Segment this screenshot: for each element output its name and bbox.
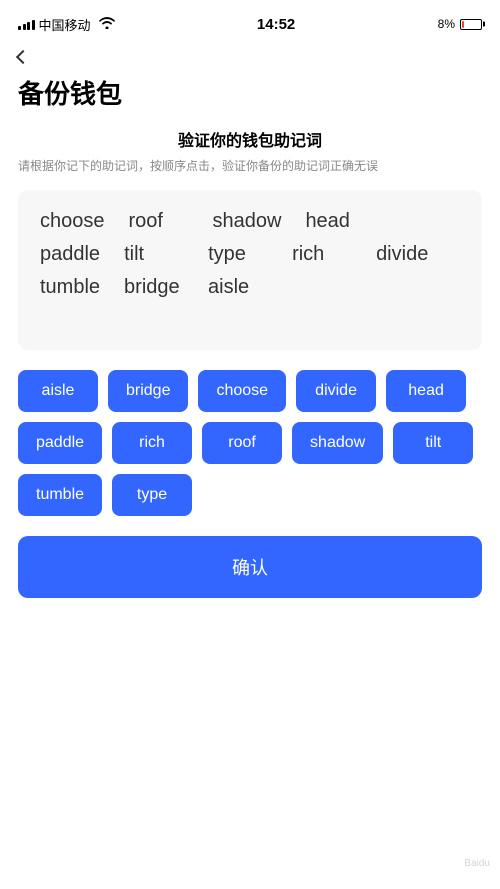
- status-carrier: 中国移动: [18, 15, 115, 34]
- keyword-btn-roof[interactable]: roof: [202, 422, 282, 464]
- keyword-btn-rich[interactable]: rich: [112, 422, 192, 464]
- watermark: Baidu: [464, 858, 490, 869]
- word-rich: rich: [292, 243, 352, 266]
- keyword-btn-aisle[interactable]: aisle: [18, 370, 98, 412]
- keyword-btn-tumble[interactable]: tumble: [18, 474, 102, 516]
- word-tumble: tumble: [40, 276, 100, 299]
- word-type: type: [208, 243, 268, 266]
- confirm-button[interactable]: 确认: [18, 536, 482, 598]
- word-choose: choose: [40, 210, 105, 233]
- word-roof: roof: [129, 210, 189, 233]
- word-tilt: tilt: [124, 243, 184, 266]
- wifi-icon: [99, 17, 115, 32]
- signal-icon: [18, 18, 35, 30]
- keyword-btn-bridge[interactable]: bridge: [108, 370, 188, 412]
- word-shadow: shadow: [213, 210, 282, 233]
- battery-icon: [460, 19, 482, 30]
- word-bridge: bridge: [124, 276, 184, 299]
- word-divide: divide: [376, 243, 436, 266]
- carrier-label: 中国移动: [39, 15, 91, 34]
- keyword-btn-tilt[interactable]: tilt: [393, 422, 473, 464]
- section-description: 请根据你记下的助记词，按顺序点击，验证你备份的助记词正确无误: [0, 157, 500, 176]
- status-bar: 中国移动 14:52 8%: [0, 0, 500, 44]
- confirm-section: 确认: [0, 536, 500, 598]
- back-button[interactable]: [0, 44, 500, 66]
- keyword-btn-paddle[interactable]: paddle: [18, 422, 102, 464]
- keyword-btn-type[interactable]: type: [112, 474, 192, 516]
- word-row-1: choose roof shadow head: [40, 210, 460, 233]
- status-battery: 8%: [438, 17, 482, 31]
- word-aisle: aisle: [208, 276, 268, 299]
- word-row-3: tumble bridge aisle: [40, 276, 460, 299]
- keyword-btn-divide[interactable]: divide: [296, 370, 376, 412]
- keyword-btn-shadow[interactable]: shadow: [292, 422, 383, 464]
- word-row-2: paddle tilt type rich divide: [40, 243, 460, 266]
- keyword-btn-choose[interactable]: choose: [198, 370, 286, 412]
- section-heading: 验证你的钱包助记词: [0, 127, 500, 151]
- keyword-buttons: aisle bridge choose divide head paddle r…: [0, 370, 500, 516]
- battery-pct-label: 8%: [438, 17, 455, 31]
- word-paddle: paddle: [40, 243, 100, 266]
- page-title: 备份钱包: [0, 66, 500, 127]
- word-display-card: choose roof shadow head paddle tilt type…: [18, 190, 482, 350]
- status-time: 14:52: [257, 16, 295, 33]
- keyword-btn-head[interactable]: head: [386, 370, 466, 412]
- word-head: head: [305, 210, 365, 233]
- back-chevron-icon: [16, 50, 30, 64]
